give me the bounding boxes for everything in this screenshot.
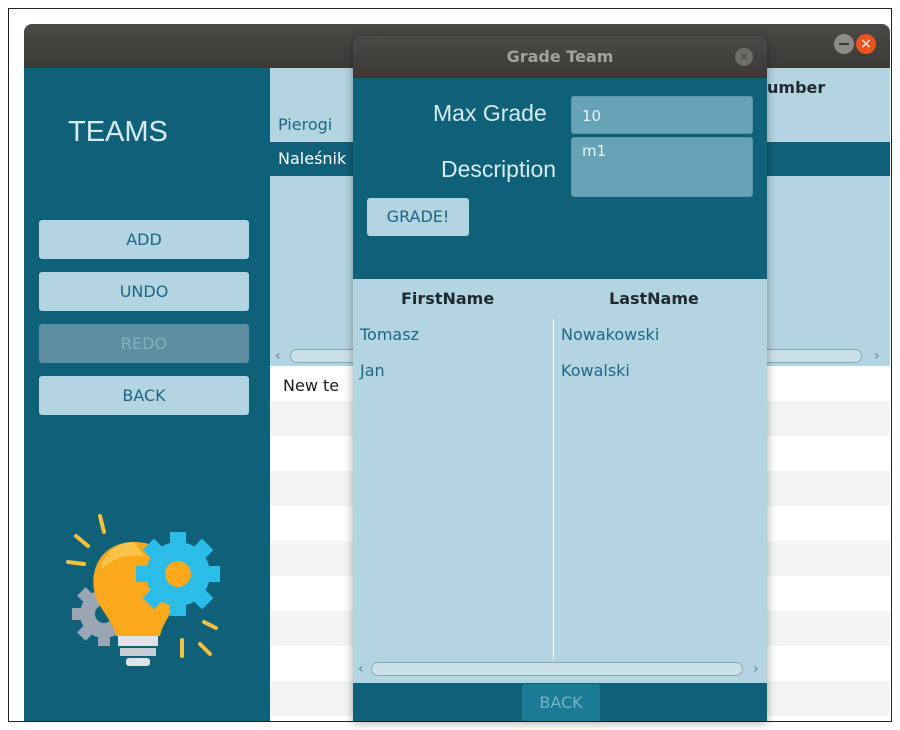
scrollbar-track[interactable] xyxy=(371,662,743,676)
grade-button[interactable]: GRADE! xyxy=(367,198,469,236)
scroll-right-icon[interactable]: › xyxy=(753,659,759,679)
close-icon[interactable]: × xyxy=(856,34,876,54)
dialog-title: Grade Team xyxy=(506,47,614,66)
scroll-left-icon[interactable]: ‹ xyxy=(275,346,281,366)
students-table: FirstName LastName Tomasz Nowakowski Jan… xyxy=(353,279,767,683)
scroll-right-icon[interactable]: › xyxy=(874,346,880,366)
cell-firstname[interactable]: Tomasz xyxy=(360,325,419,344)
max-grade-label: Max Grade xyxy=(433,100,547,126)
column-header-number[interactable]: umber xyxy=(767,78,825,97)
max-grade-input[interactable]: 10 xyxy=(571,96,753,134)
redo-button[interactable]: REDO xyxy=(39,324,249,363)
cell-lastname[interactable]: Kowalski xyxy=(561,361,630,380)
dialog-back-button[interactable]: BACK xyxy=(522,684,600,721)
column-divider xyxy=(553,319,554,659)
sidebar: TEAMS ADD UNDO REDO BACK xyxy=(24,68,270,721)
back-button[interactable]: BACK xyxy=(39,376,249,415)
dialog-titlebar[interactable]: Grade Team × xyxy=(353,36,767,78)
list-item[interactable]: New te xyxy=(283,376,339,395)
column-header-firstname[interactable]: FirstName xyxy=(401,289,494,308)
description-input[interactable]: m1 xyxy=(571,137,753,197)
column-header-lastname[interactable]: LastName xyxy=(609,289,699,308)
cell-firstname[interactable]: Jan xyxy=(360,361,385,380)
description-label: Description xyxy=(441,156,557,182)
scroll-left-icon[interactable]: ‹ xyxy=(358,659,364,679)
undo-button[interactable]: UNDO xyxy=(39,272,249,311)
cell-lastname[interactable]: Nowakowski xyxy=(561,325,659,344)
students-horizontal-scrollbar[interactable]: ‹ › xyxy=(353,659,767,679)
minimize-icon[interactable] xyxy=(834,34,854,54)
dialog-close-icon[interactable]: × xyxy=(735,48,753,66)
add-button[interactable]: ADD xyxy=(39,220,249,259)
lightbulb-gears-icon xyxy=(66,514,220,666)
grade-team-dialog: Grade Team × Max Grade 10 Description m1… xyxy=(353,36,767,721)
sidebar-title: TEAMS xyxy=(68,116,168,148)
